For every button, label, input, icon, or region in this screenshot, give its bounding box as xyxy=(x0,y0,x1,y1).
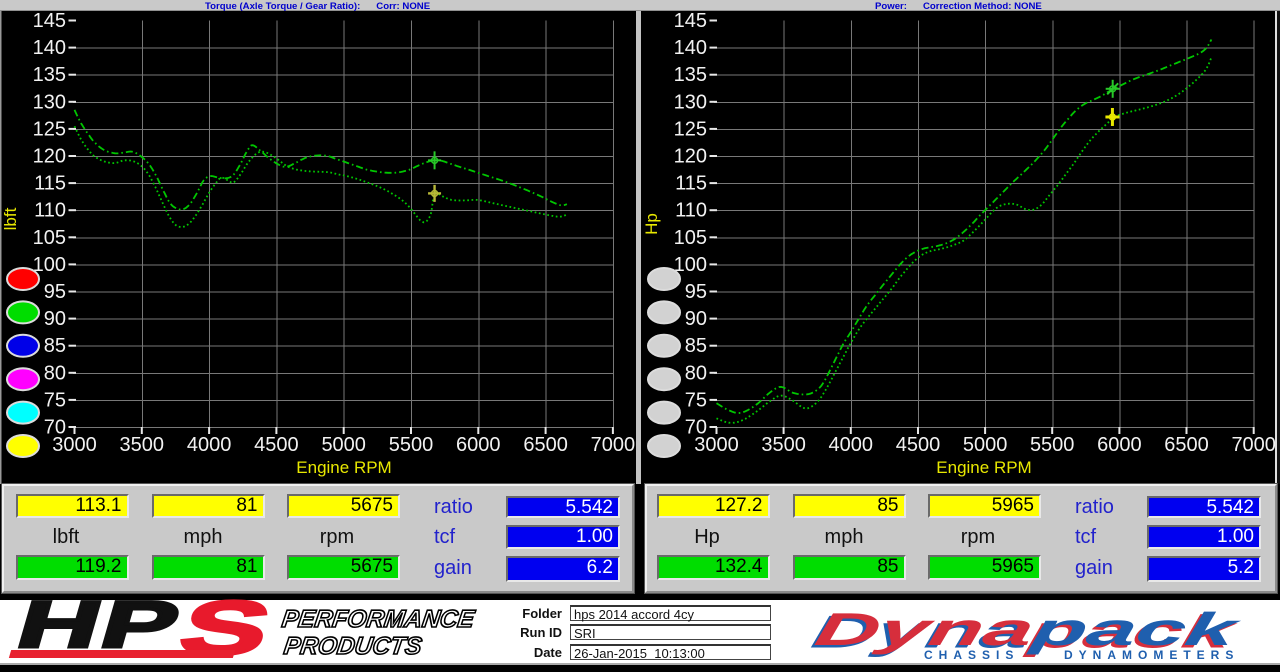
svg-text:140: 140 xyxy=(674,37,707,59)
svg-text:6500: 6500 xyxy=(1164,434,1209,456)
svg-text:6000: 6000 xyxy=(456,434,501,456)
svg-text:120: 120 xyxy=(33,146,66,168)
svg-text:130: 130 xyxy=(33,91,66,113)
svg-text:85: 85 xyxy=(44,335,66,357)
svg-text:125: 125 xyxy=(33,118,66,140)
svg-text:90: 90 xyxy=(685,308,707,330)
svg-text:75: 75 xyxy=(685,389,707,411)
svg-text:4500: 4500 xyxy=(896,434,941,456)
svg-text:Engine RPM: Engine RPM xyxy=(296,458,391,477)
svg-text:5000: 5000 xyxy=(321,434,366,456)
svg-text:85: 85 xyxy=(685,335,707,357)
svg-text:3500: 3500 xyxy=(761,434,806,456)
svg-text:7000: 7000 xyxy=(591,434,636,456)
svg-text:80: 80 xyxy=(685,362,707,384)
svg-text:7000: 7000 xyxy=(1231,434,1276,456)
svg-text:110: 110 xyxy=(675,200,707,222)
svg-text:115: 115 xyxy=(34,173,66,195)
svg-text:145: 145 xyxy=(674,10,707,32)
svg-text:95: 95 xyxy=(685,281,707,303)
svg-text:5500: 5500 xyxy=(389,434,434,456)
svg-text:6500: 6500 xyxy=(523,434,568,456)
svg-text:lbft: lbft xyxy=(1,207,20,230)
svg-text:Engine RPM: Engine RPM xyxy=(936,458,1031,477)
svg-text:4000: 4000 xyxy=(829,434,874,456)
svg-text:145: 145 xyxy=(33,10,66,32)
svg-text:95: 95 xyxy=(44,281,66,303)
svg-text:90: 90 xyxy=(44,308,66,330)
svg-text:120: 120 xyxy=(674,146,707,168)
svg-text:5000: 5000 xyxy=(963,434,1008,456)
svg-text:3000: 3000 xyxy=(694,434,739,456)
svg-text:3000: 3000 xyxy=(52,434,97,456)
svg-text:130: 130 xyxy=(674,91,707,113)
svg-text:6000: 6000 xyxy=(1097,434,1142,456)
svg-text:100: 100 xyxy=(674,254,707,276)
svg-text:135: 135 xyxy=(33,64,66,86)
svg-text:5500: 5500 xyxy=(1030,434,1075,456)
svg-text:105: 105 xyxy=(33,227,66,249)
svg-text:75: 75 xyxy=(44,389,66,411)
svg-text:80: 80 xyxy=(44,362,66,384)
svg-text:115: 115 xyxy=(675,173,707,195)
svg-text:125: 125 xyxy=(674,118,707,140)
svg-text:3500: 3500 xyxy=(120,434,165,456)
svg-text:135: 135 xyxy=(674,64,707,86)
svg-text:140: 140 xyxy=(33,37,66,59)
svg-text:4000: 4000 xyxy=(187,434,232,456)
svg-text:Hp: Hp xyxy=(642,213,661,235)
svg-text:110: 110 xyxy=(34,200,66,222)
svg-text:105: 105 xyxy=(674,227,707,249)
svg-text:4500: 4500 xyxy=(254,434,299,456)
svg-text:100: 100 xyxy=(33,254,66,276)
